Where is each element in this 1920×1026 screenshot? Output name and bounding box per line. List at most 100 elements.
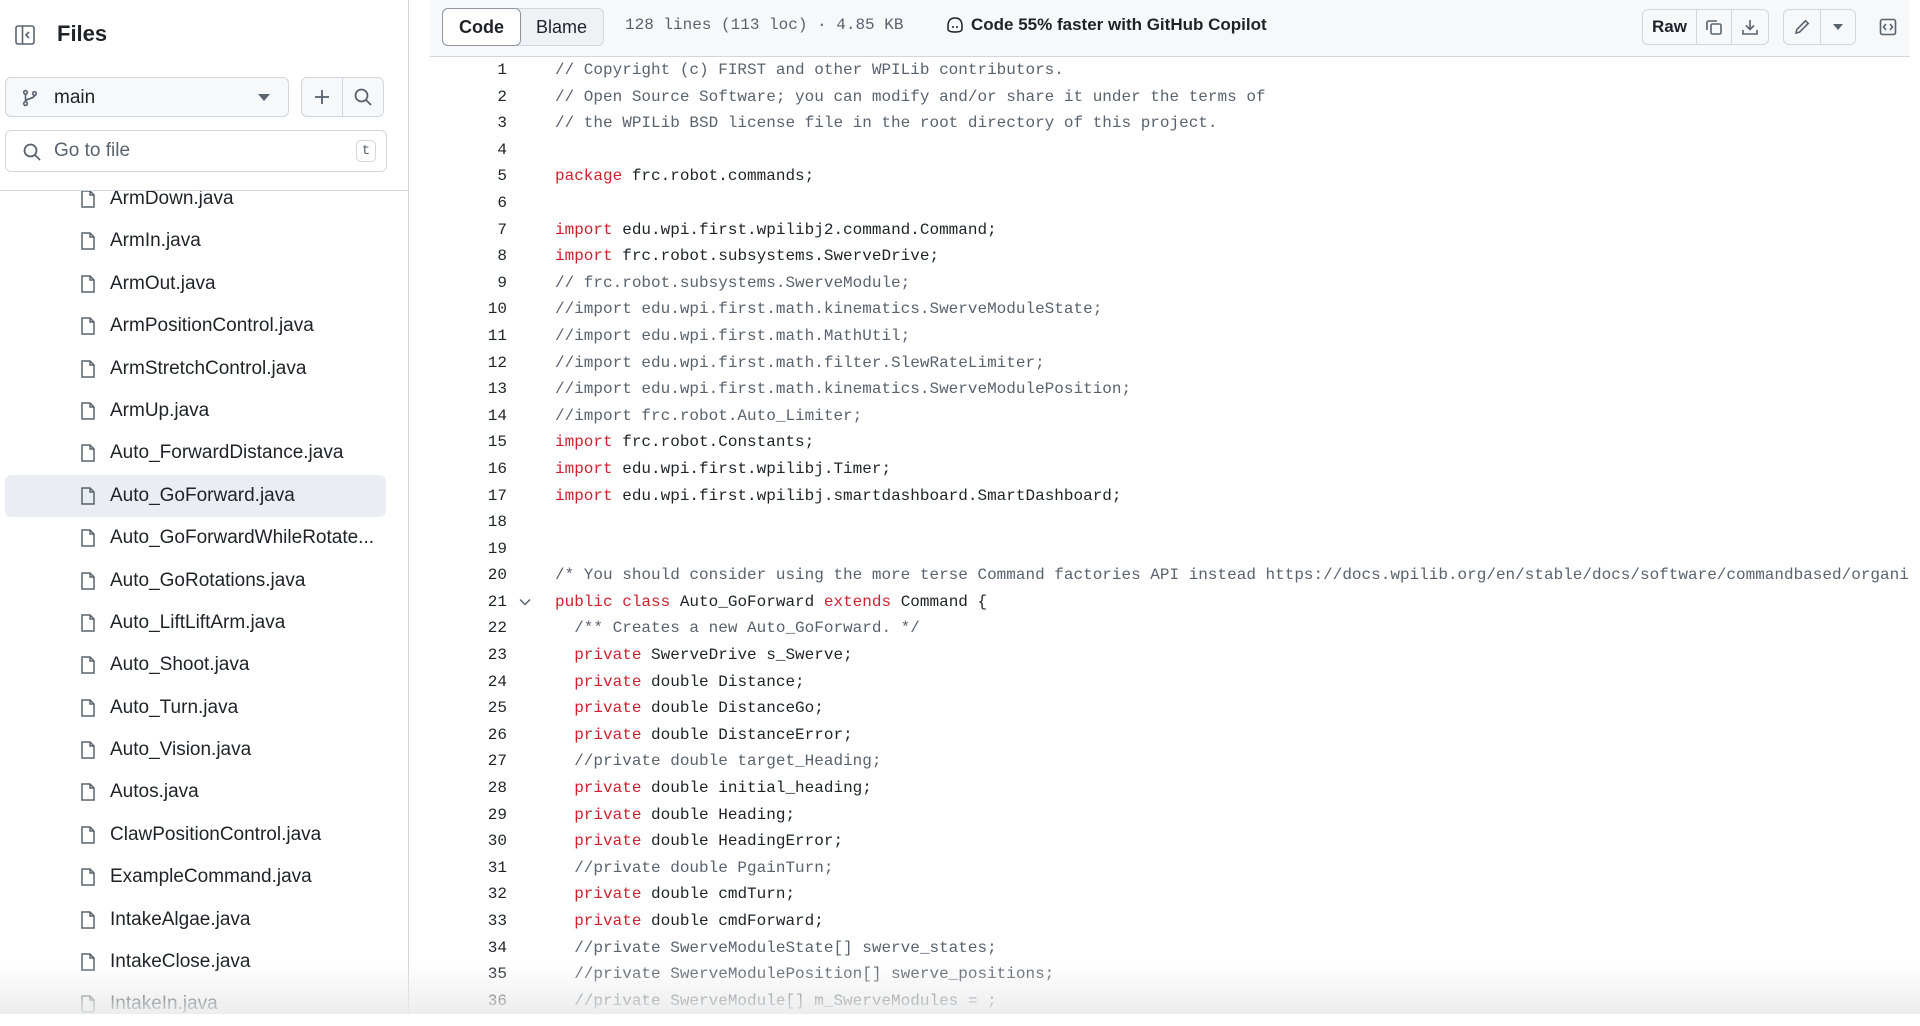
file-tree-item[interactable]: Auto_GoForwardWhileRotate... xyxy=(5,517,386,559)
file-tree-item[interactable]: Auto_LiftLiftArm.java xyxy=(5,602,386,644)
file-tree-item[interactable]: ArmPositionControl.java xyxy=(5,305,386,347)
add-file-button[interactable] xyxy=(301,77,343,117)
line-number[interactable]: 6 xyxy=(430,194,507,212)
file-tree-item[interactable]: ArmIn.java xyxy=(5,220,386,262)
code-line: 9 // frc.robot.subsystems.SwerveModule; xyxy=(430,270,1910,297)
symbols-panel-button[interactable] xyxy=(1870,9,1906,45)
go-to-file-field[interactable]: t xyxy=(5,130,387,172)
line-number[interactable]: 28 xyxy=(430,779,507,797)
go-to-file-input[interactable] xyxy=(54,138,334,164)
line-number[interactable]: 9 xyxy=(430,274,507,292)
line-number[interactable]: 25 xyxy=(430,699,507,717)
line-number[interactable]: 22 xyxy=(430,619,507,637)
line-content: //private SwerveModule[] m_SwerveModules… xyxy=(555,991,997,1010)
line-number[interactable]: 27 xyxy=(430,752,507,770)
line-number[interactable]: 5 xyxy=(430,167,507,185)
line-number[interactable]: 21 xyxy=(430,593,507,611)
line-content: //private double PgainTurn; xyxy=(555,859,833,877)
file-tree-item[interactable]: IntakeAlgae.java xyxy=(5,899,386,941)
line-number[interactable]: 4 xyxy=(430,141,507,159)
code-line: 21 public class Auto_GoForward extends Co… xyxy=(430,589,1910,616)
line-number[interactable]: 2 xyxy=(430,88,507,106)
chevron-down-icon xyxy=(258,94,270,101)
edit-file-button[interactable] xyxy=(1783,9,1821,45)
line-number[interactable]: 16 xyxy=(430,460,507,478)
file-tree-item[interactable]: ExampleCommand.java xyxy=(5,856,386,898)
fold-chevron-icon[interactable] xyxy=(518,595,532,609)
code-text: frc.robot.Constants; xyxy=(622,433,815,452)
code-text: double cmdForward; xyxy=(651,912,824,930)
download-button[interactable] xyxy=(1731,9,1769,45)
tab-blame[interactable]: Blame xyxy=(520,9,603,45)
file-tree-item[interactable]: ArmOut.java xyxy=(5,263,386,305)
line-number[interactable]: 14 xyxy=(430,407,507,425)
line-number[interactable]: 10 xyxy=(430,300,507,318)
line-number[interactable]: 13 xyxy=(430,380,507,398)
tab-code[interactable]: Code xyxy=(442,8,521,46)
line-content: private double DistanceGo; xyxy=(555,699,824,717)
line-number[interactable]: 26 xyxy=(430,726,507,744)
copilot-promo-link[interactable]: Code 55% faster with GitHub Copilot xyxy=(945,15,1267,35)
file-tree-item[interactable]: ClawPositionControl.java xyxy=(5,814,386,856)
line-number[interactable]: 19 xyxy=(430,540,507,558)
raw-button[interactable]: Raw xyxy=(1642,9,1697,45)
code-keyword: private xyxy=(555,805,642,824)
line-content: private double DistanceError; xyxy=(555,726,852,744)
file-name: IntakeClose.java xyxy=(110,951,251,973)
copy-raw-button[interactable] xyxy=(1696,9,1732,45)
file-tree-item[interactable]: ArmStretchControl.java xyxy=(5,348,386,390)
line-number[interactable]: 23 xyxy=(430,646,507,664)
file-tree-sidebar: Files main t ArmDown.javaArm xyxy=(0,0,409,1014)
line-number[interactable]: 29 xyxy=(430,806,507,824)
code-comment: //import edu.wpi.first.math.kinematics.S… xyxy=(555,380,1132,399)
code-line: 16 import edu.wpi.first.wpilibj.Timer; xyxy=(430,456,1910,483)
file-tree-item[interactable]: Auto_Shoot.java xyxy=(5,644,386,686)
branch-selector-button[interactable]: main xyxy=(5,77,289,117)
files-title: Files xyxy=(57,21,108,46)
line-number[interactable]: 11 xyxy=(430,327,507,345)
file-tree-item[interactable]: Auto_Turn.java xyxy=(5,687,386,729)
line-number[interactable]: 20 xyxy=(430,566,507,584)
edit-options-dropdown[interactable] xyxy=(1820,9,1856,45)
file-tree-item[interactable]: IntakeClose.java xyxy=(5,941,386,983)
line-number[interactable]: 17 xyxy=(430,487,507,505)
line-number[interactable]: 30 xyxy=(430,832,507,850)
line-number[interactable]: 1 xyxy=(430,61,507,79)
line-number[interactable]: 18 xyxy=(430,513,507,531)
file-tree-item[interactable]: Auto_ForwardDistance.java xyxy=(5,432,386,474)
code-comment: //import edu.wpi.first.math.filter.SlewR… xyxy=(555,353,1045,372)
code-line: 29 private double Heading; xyxy=(430,802,1910,829)
pencil-icon xyxy=(1794,19,1810,35)
line-number[interactable]: 36 xyxy=(430,992,507,1010)
line-number[interactable]: 12 xyxy=(430,354,507,372)
line-number[interactable]: 24 xyxy=(430,673,507,691)
collapse-sidebar-button[interactable] xyxy=(7,17,43,53)
line-number[interactable]: 15 xyxy=(430,433,507,451)
file-toolbar: Code Blame 128 lines (113 loc) · 4.85 KB… xyxy=(430,0,1910,57)
line-number[interactable]: 35 xyxy=(430,965,507,983)
line-content: private double cmdForward; xyxy=(555,912,824,930)
file-tree-item[interactable]: Auto_Vision.java xyxy=(5,729,386,771)
line-content: //import edu.wpi.first.math.filter.SlewR… xyxy=(555,354,1045,372)
line-number[interactable]: 34 xyxy=(430,939,507,957)
code-line: 32 private double cmdTurn; xyxy=(430,881,1910,908)
code-line: 17 import edu.wpi.first.wpilibj.smartdash… xyxy=(430,483,1910,510)
search-files-button[interactable] xyxy=(342,77,384,117)
code-text: edu.wpi.first.wpilibj.Timer; xyxy=(622,459,892,478)
file-tree-item[interactable]: Auto_GoRotations.java xyxy=(5,560,386,602)
line-number[interactable]: 7 xyxy=(430,221,507,239)
code-line: 6 xyxy=(430,190,1910,217)
code-comment: //private SwerveModule[] m_SwerveModules… xyxy=(555,991,997,1010)
file-tree-item[interactable]: ArmUp.java xyxy=(5,390,386,432)
file-info: 128 lines (113 loc) · 4.85 KB xyxy=(625,16,904,34)
line-number[interactable]: 3 xyxy=(430,114,507,132)
line-number[interactable]: 8 xyxy=(430,247,507,265)
line-number[interactable]: 32 xyxy=(430,885,507,903)
line-number[interactable]: 33 xyxy=(430,912,507,930)
file-tree-item[interactable]: IntakeIn.java xyxy=(5,983,386,1025)
code-line: 24 private double Distance; xyxy=(430,669,1910,696)
file-name: ArmStretchControl.java xyxy=(110,357,307,379)
line-number[interactable]: 31 xyxy=(430,859,507,877)
file-tree-item[interactable]: Auto_GoForward.java xyxy=(5,474,386,518)
file-tree-item[interactable]: Autos.java xyxy=(5,771,386,813)
